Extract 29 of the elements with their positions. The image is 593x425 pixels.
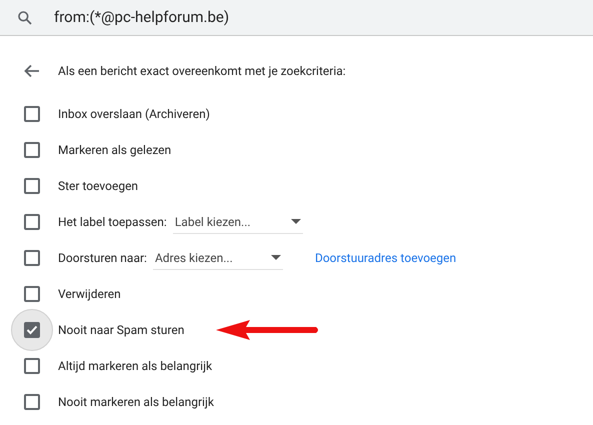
option-label: Nooit naar Spam sturen (58, 322, 184, 339)
option-label: Het label toepassen: (58, 214, 167, 231)
checkmark-icon (26, 325, 38, 335)
checkbox[interactable] (24, 322, 40, 338)
caret-icon (290, 219, 301, 224)
dropdown[interactable]: Adres kiezen... (152, 246, 283, 270)
checkbox[interactable] (24, 106, 40, 122)
search-query: from:(*@pc-helpforum.be) (54, 7, 230, 28)
option-label: Ster toevoegen (58, 178, 138, 195)
option-label: Markeren als gelezen (58, 142, 172, 159)
option-label: Verwijderen (58, 286, 121, 303)
search-icon (17, 10, 33, 26)
search-bar[interactable]: from:(*@pc-helpforum.be) (0, 0, 593, 36)
checkbox[interactable] (24, 358, 40, 374)
checkbox[interactable] (24, 214, 40, 230)
checkbox[interactable] (24, 142, 40, 158)
checkbox[interactable] (24, 394, 40, 410)
add-forward-address-link[interactable]: Doorstuuradres toevoegen (314, 249, 456, 267)
option-label: Altijd markeren als belangrijk (58, 358, 212, 375)
back-arrow-icon[interactable] (24, 64, 40, 78)
dropdown[interactable]: Label kiezen... (172, 210, 303, 234)
option-label: Nooit markeren als belangrijk (58, 394, 214, 411)
option-label: Inbox overslaan (Archiveren) (58, 106, 210, 123)
checkbox[interactable] (24, 178, 40, 194)
checkbox[interactable] (24, 250, 40, 266)
criteria-heading: Als een bericht exact overeenkomt met je zoekcriteria: (58, 63, 346, 80)
checkbox[interactable] (24, 286, 40, 302)
caret-icon (270, 255, 281, 260)
option-label: Doorsturen naar: (58, 250, 147, 267)
